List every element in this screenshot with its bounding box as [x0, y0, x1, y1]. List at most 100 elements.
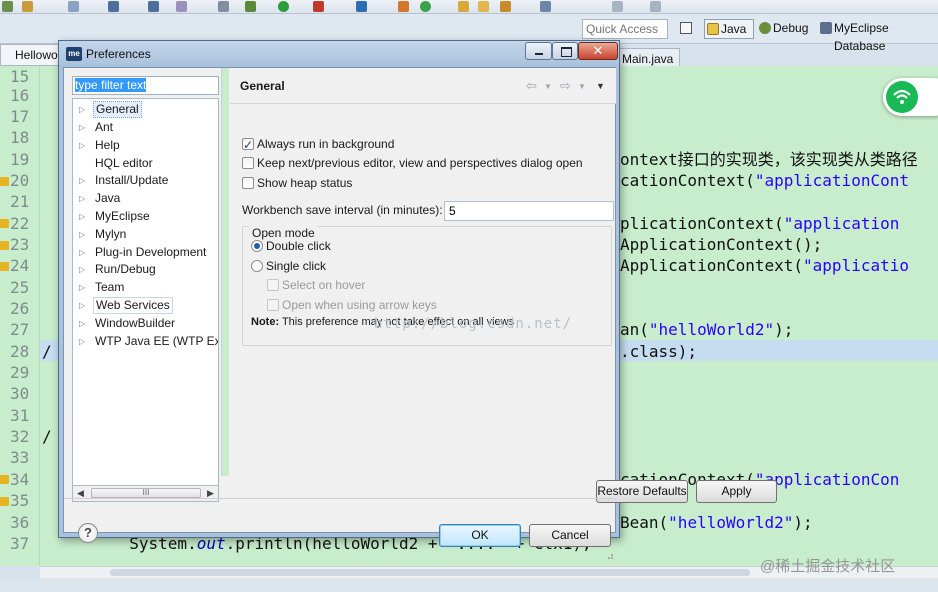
perspective-label: Java [721, 22, 747, 36]
tree-item-wtp-java-ee[interactable]: ▷ WTP Java EE (WTP Extras) [73, 333, 218, 350]
radio-button[interactable] [251, 240, 263, 252]
expand-arrow-icon[interactable]: ▷ [79, 261, 89, 278]
warning-marker-icon[interactable] [0, 475, 9, 484]
expand-arrow-icon[interactable]: ▷ [79, 137, 89, 154]
expand-arrow-icon[interactable]: ▷ [79, 190, 89, 207]
toolbar-icon[interactable] [2, 1, 13, 12]
toolbar-icon[interactable] [540, 1, 551, 12]
tree-item-run-debug[interactable]: ▷ Run/Debug [73, 261, 218, 278]
code-line: ApplicationContext(); [620, 235, 823, 254]
tree-item-windowbuilder[interactable]: ▷ WindowBuilder [73, 315, 218, 332]
resize-grip-icon[interactable] [604, 550, 614, 560]
code-line: ontext接口的实现类，该实现类从类路径 [620, 150, 918, 169]
bug-icon [759, 22, 771, 34]
toolbar-icon[interactable] [245, 1, 256, 12]
code-line: plicationContext("application [620, 214, 900, 233]
back-arrow-icon[interactable]: ⇦ [526, 78, 537, 94]
checkbox-label: Show heap status [257, 176, 353, 190]
warning-marker-icon[interactable] [0, 497, 9, 506]
page-body: Always run in background Keep next/previ… [230, 104, 616, 476]
maximize-button[interactable] [552, 42, 578, 60]
expand-arrow-icon[interactable]: ▷ [79, 297, 89, 314]
ok-button[interactable]: OK [439, 524, 521, 547]
line-number: 37 [10, 534, 30, 553]
expand-arrow-icon[interactable]: ▷ [79, 119, 89, 136]
line-number: 34 [10, 470, 30, 489]
toolbar-icon[interactable] [650, 1, 661, 12]
preferences-tree[interactable]: ▷ General ▷ Ant ▷ Help HQL editor ▷ Inst… [72, 98, 219, 486]
warning-marker-icon[interactable] [0, 241, 9, 250]
tree-item-myeclipse[interactable]: ▷ MyEclipse [73, 208, 218, 225]
code-line: ApplicationContext("applicatio [620, 256, 909, 275]
tree-item-java[interactable]: ▷ Java [73, 190, 218, 207]
apply-button[interactable]: Apply [696, 480, 777, 503]
warning-marker-icon[interactable] [0, 219, 9, 228]
help-icon[interactable]: ? [78, 523, 98, 543]
tree-item-label: Java [95, 191, 121, 205]
expand-arrow-icon[interactable]: ▷ [79, 315, 89, 332]
tree-horizontal-scrollbar[interactable]: ◀ III ▶ [72, 486, 219, 502]
tree-item-web-services[interactable]: ▷ Web Services [73, 297, 218, 314]
perspective-java[interactable]: Java [704, 19, 754, 39]
dialog-titlebar[interactable]: me Preferences ✕ [59, 41, 619, 67]
splitter-sash[interactable] [221, 68, 229, 476]
tree-item-ant[interactable]: ▷ Ant [73, 119, 218, 136]
toolbar-icon[interactable] [22, 1, 33, 12]
line-number: 32 [10, 427, 30, 446]
expand-arrow-icon[interactable]: ▷ [79, 244, 89, 261]
quick-access-input[interactable] [582, 19, 668, 39]
warning-marker-icon[interactable] [0, 262, 9, 271]
expand-arrow-icon[interactable]: ▷ [79, 333, 89, 350]
perspective-myeclipse-database[interactable]: MyEclipse Database [818, 19, 938, 53]
editor-tab-hellowo[interactable]: Hellowo [0, 44, 60, 66]
toolbar-icon[interactable] [313, 1, 324, 12]
toolbar-icon[interactable] [108, 1, 119, 12]
expand-arrow-icon[interactable]: ▷ [79, 101, 89, 118]
network-status-badge[interactable] [883, 78, 938, 116]
expand-arrow-icon[interactable]: ▷ [79, 226, 89, 243]
checkbox[interactable] [242, 157, 254, 169]
toolbar-icon[interactable] [356, 1, 367, 12]
toolbar-icon[interactable] [68, 1, 79, 12]
expand-arrow-icon[interactable]: ▷ [79, 208, 89, 225]
toolbar-icon[interactable] [478, 1, 489, 12]
forward-arrow-icon[interactable]: ⇨ [560, 78, 571, 94]
toolbar-icon[interactable] [458, 1, 469, 12]
tree-item-mylyn[interactable]: ▷ Mylyn [73, 226, 218, 243]
toolbar-icon[interactable] [398, 1, 409, 12]
radio-button[interactable] [251, 260, 263, 272]
chevron-down-icon[interactable]: ▼ [544, 82, 552, 91]
toolbar-icon[interactable] [148, 1, 159, 12]
expand-arrow-icon[interactable]: ▷ [79, 172, 89, 189]
restore-defaults-button[interactable]: Restore Defaults [596, 480, 688, 503]
tree-item-install-update[interactable]: ▷ Install/Update [73, 172, 218, 189]
toolbar-icon[interactable] [176, 1, 187, 12]
toolbar-icon[interactable] [218, 1, 229, 12]
perspective-debug[interactable]: Debug [757, 19, 808, 39]
cancel-button[interactable]: Cancel [529, 524, 611, 547]
tree-item-plugin-development[interactable]: ▷ Plug-in Development [73, 244, 218, 261]
open-perspective-icon[interactable] [680, 22, 692, 34]
tree-item-help[interactable]: ▷ Help [73, 137, 218, 154]
scrollbar-thumb[interactable] [110, 569, 750, 576]
toolbar-icon[interactable] [420, 1, 431, 12]
expand-arrow-icon[interactable]: ▷ [79, 279, 89, 296]
toolbar-icon[interactable] [500, 1, 511, 12]
close-button[interactable]: ✕ [578, 42, 618, 60]
java-perspective-icon [707, 23, 719, 35]
checkbox [267, 299, 279, 311]
tree-item-team[interactable]: ▷ Team [73, 279, 218, 296]
view-menu-icon[interactable]: ▼ [596, 81, 605, 91]
save-interval-input[interactable] [444, 201, 614, 221]
checkbox[interactable] [242, 177, 254, 189]
tree-item-hql-editor[interactable]: HQL editor [73, 155, 218, 172]
warning-marker-icon[interactable] [0, 177, 9, 186]
chevron-down-icon[interactable]: ▼ [578, 82, 586, 91]
scrollbar-thumb[interactable]: III [91, 488, 201, 498]
toolbar-icon[interactable] [612, 1, 623, 12]
minimize-button[interactable] [525, 42, 552, 60]
filter-input[interactable]: type filter text [72, 76, 219, 95]
run-icon[interactable] [278, 1, 289, 12]
checkbox[interactable] [242, 136, 254, 154]
tree-item-general[interactable]: ▷ General [73, 101, 218, 118]
